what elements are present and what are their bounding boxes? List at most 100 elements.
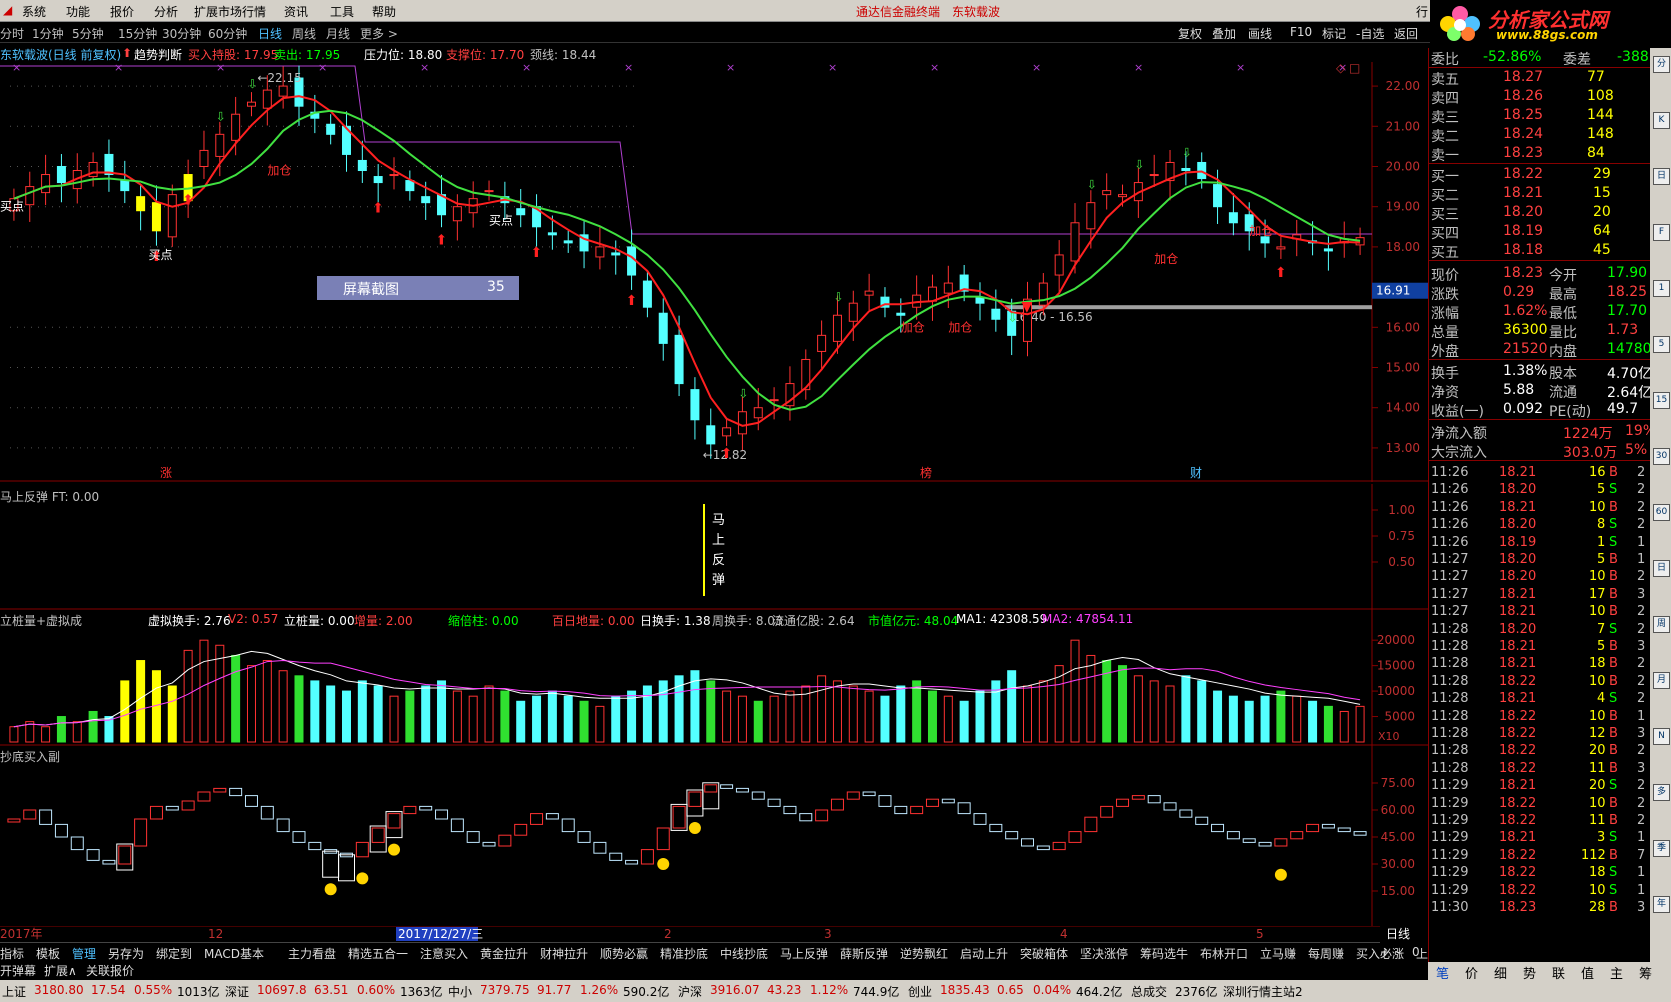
sidebar-icon-10[interactable]: 周 [1653,616,1670,633]
menu-item-4[interactable]: 扩展市场行情 [194,3,266,20]
indicator-tab-22[interactable]: 立马赚 [1260,945,1296,962]
tick-price: 18.20 [1499,552,1537,567]
menu-item-2[interactable]: 报价 [110,3,134,20]
timeframe-tab-4[interactable]: 30分钟 [162,25,201,42]
timeframe-tab-7[interactable]: 周线 [292,25,316,42]
indicator-tab-23[interactable]: 每周赚 [1308,945,1344,962]
timeframe-tab-1[interactable]: 1分钟 [32,25,64,42]
sidebar-icon-6[interactable]: 15 [1653,392,1670,409]
toolbar-button-1[interactable]: 叠加 [1212,25,1236,42]
status-item-3: 0.55% [134,983,173,997]
sidebar-icon-4[interactable]: 1 [1653,280,1670,297]
quote-row: 净流入额 1224万 19% [1429,422,1656,442]
sidebar-icon-8[interactable]: 60 [1653,504,1670,521]
menu-item-7[interactable]: 帮助 [372,3,396,20]
extra-tab-0[interactable]: 开弹幕 [0,962,36,979]
tab-nav-1[interactable]: - [1396,945,1400,959]
indicator-tab-5[interactable]: MACD基本 [204,945,264,962]
timeframe-tab-9[interactable]: 更多 > [360,25,398,42]
indicator-tab-20[interactable]: 筹码选牛 [1140,945,1188,962]
period-label: 日线 [1386,927,1410,941]
rebound-indicator-panel[interactable]: 1.00 0.75 0.50 马上反弹 [0,484,1428,610]
menu-item-1[interactable]: 功能 [66,3,90,20]
indicator-tab-7[interactable]: 精选五合一 [348,945,408,962]
sidebar-icon-14[interactable]: 季 [1653,840,1670,857]
timeframe-tab-8[interactable]: 月线 [326,25,350,42]
sidebar-icon-7[interactable]: 30 [1653,448,1670,465]
tick-side: B [1609,847,1618,863]
sidebar-icon-9[interactable]: 日 [1653,560,1670,577]
tab-nav-0[interactable]: + [1380,945,1390,959]
extra-tab-1[interactable]: 扩展∧ [44,962,77,979]
sidebar-icon-12[interactable]: N [1653,728,1670,745]
quote-divider [1429,460,1651,461]
ask-label: 卖四 [1431,91,1459,107]
indicator-tab-14[interactable]: 马上反弹 [780,945,828,962]
volume-bar [88,710,98,743]
status-item-0: 上证 [2,985,27,999]
candle-body [864,290,874,296]
indicator-tab-9[interactable]: 黄金拉升 [480,945,528,962]
menu-item-3[interactable]: 分析 [154,3,178,20]
indicator-tab-21[interactable]: 布林开口 [1200,945,1248,962]
sidebar-icon-5[interactable]: 5 [1653,336,1670,353]
indicator-tab-0[interactable]: 指标 [0,945,24,962]
sell-arrow-icon: ⇩ [247,77,257,91]
toolbar-button-3[interactable]: F10 [1290,25,1312,39]
toolbar-button-0[interactable]: 复权 [1178,25,1202,42]
indicator-tab-16[interactable]: 逆势飘红 [900,945,948,962]
app-icon[interactable]: ◢ [3,3,12,17]
screenshot-popup[interactable]: 屏幕截图 35 [317,276,519,300]
timeframe-tab-3[interactable]: 15分钟 [118,25,157,42]
price-axis-label: 14.00 [1386,401,1420,415]
timeframe-tab-2[interactable]: 5分钟 [72,25,104,42]
indicator-tab-1[interactable]: 模板 [36,945,60,962]
indicator-tab-12[interactable]: 精准抄底 [660,945,708,962]
sidebar-icon-2[interactable]: 日 [1653,168,1670,185]
tab-nav-2[interactable]: 0 [1412,945,1420,959]
volume-bar [9,726,19,743]
indicator-tab-8[interactable]: 注意买入 [420,945,468,962]
indicator-tab-11[interactable]: 顺势必赢 [600,945,648,962]
indicator-tab-13[interactable]: 中线抄底 [720,945,768,962]
indicator-tab-19[interactable]: 坚决涨停 [1080,945,1128,962]
price-chart[interactable]: 22.00 21.00 20.00 19.00 18.00 16.00 15.00 14.00… [0,62,1428,482]
bottom-buy-panel[interactable]: 75.00 60.00 45.00 30.00 15.00 [0,746,1428,926]
indicator-tab-4[interactable]: 绑定到 [156,945,192,962]
toolbar-button-2[interactable]: 画线 [1248,25,1272,42]
sidebar-icon-1[interactable]: K [1653,112,1670,129]
indicator-tab-18[interactable]: 突破箱体 [1020,945,1068,962]
indicator-tab-15[interactable]: 薛斯反弹 [840,945,888,962]
ask-label: 卖二 [1431,129,1459,145]
oscillator-box [102,859,116,865]
timeframe-tab-0[interactable]: 分时 [0,25,24,42]
tick-side: S [1609,830,1618,846]
indicator-tab-2[interactable]: 管理 [72,945,96,962]
menu-item-5[interactable]: 资讯 [284,3,308,20]
volume-bar [753,700,763,743]
timeframe-tab-5[interactable]: 60分钟 [208,25,247,42]
sidebar-icon-3[interactable]: F [1653,224,1670,241]
timeframe-tab-6[interactable]: 日线 [258,25,282,42]
toolbar-button-5[interactable]: -自选 [1356,25,1384,42]
tick-row: 11:30 18.23 28 B 3 [1429,899,1651,917]
sidebar-icon-0[interactable]: 分 [1653,56,1670,73]
indicator-tab-6[interactable]: 主力看盘 [288,945,336,962]
sidebar-icon-13[interactable]: 多 [1653,784,1670,801]
tick-side: S [1609,778,1618,794]
candle-body [1323,248,1333,252]
sidebar-icon-15[interactable]: 年 [1653,896,1670,913]
toolbar-button-6[interactable]: 返回 [1394,25,1418,42]
tick-time: 11:28 [1431,673,1469,689]
sidebar-icon-11[interactable]: 月 [1653,672,1670,689]
volume-panel[interactable]: 20000 15000 10000 5000 X10 [0,610,1428,746]
indicator-tab-3[interactable]: 另存为 [108,945,144,962]
menu-item-right[interactable]: 行 [1416,3,1428,20]
indicator-tab-10[interactable]: 财神拉升 [540,945,588,962]
menu-item-0[interactable]: 系统 [22,3,46,20]
menu-item-6[interactable]: 工具 [330,3,354,20]
extra-tab-2[interactable]: 关联报价 [86,962,134,979]
ask-volume: 148 [1587,126,1614,142]
indicator-tab-17[interactable]: 启动上升 [960,945,1008,962]
toolbar-button-4[interactable]: 标记 [1322,25,1346,42]
